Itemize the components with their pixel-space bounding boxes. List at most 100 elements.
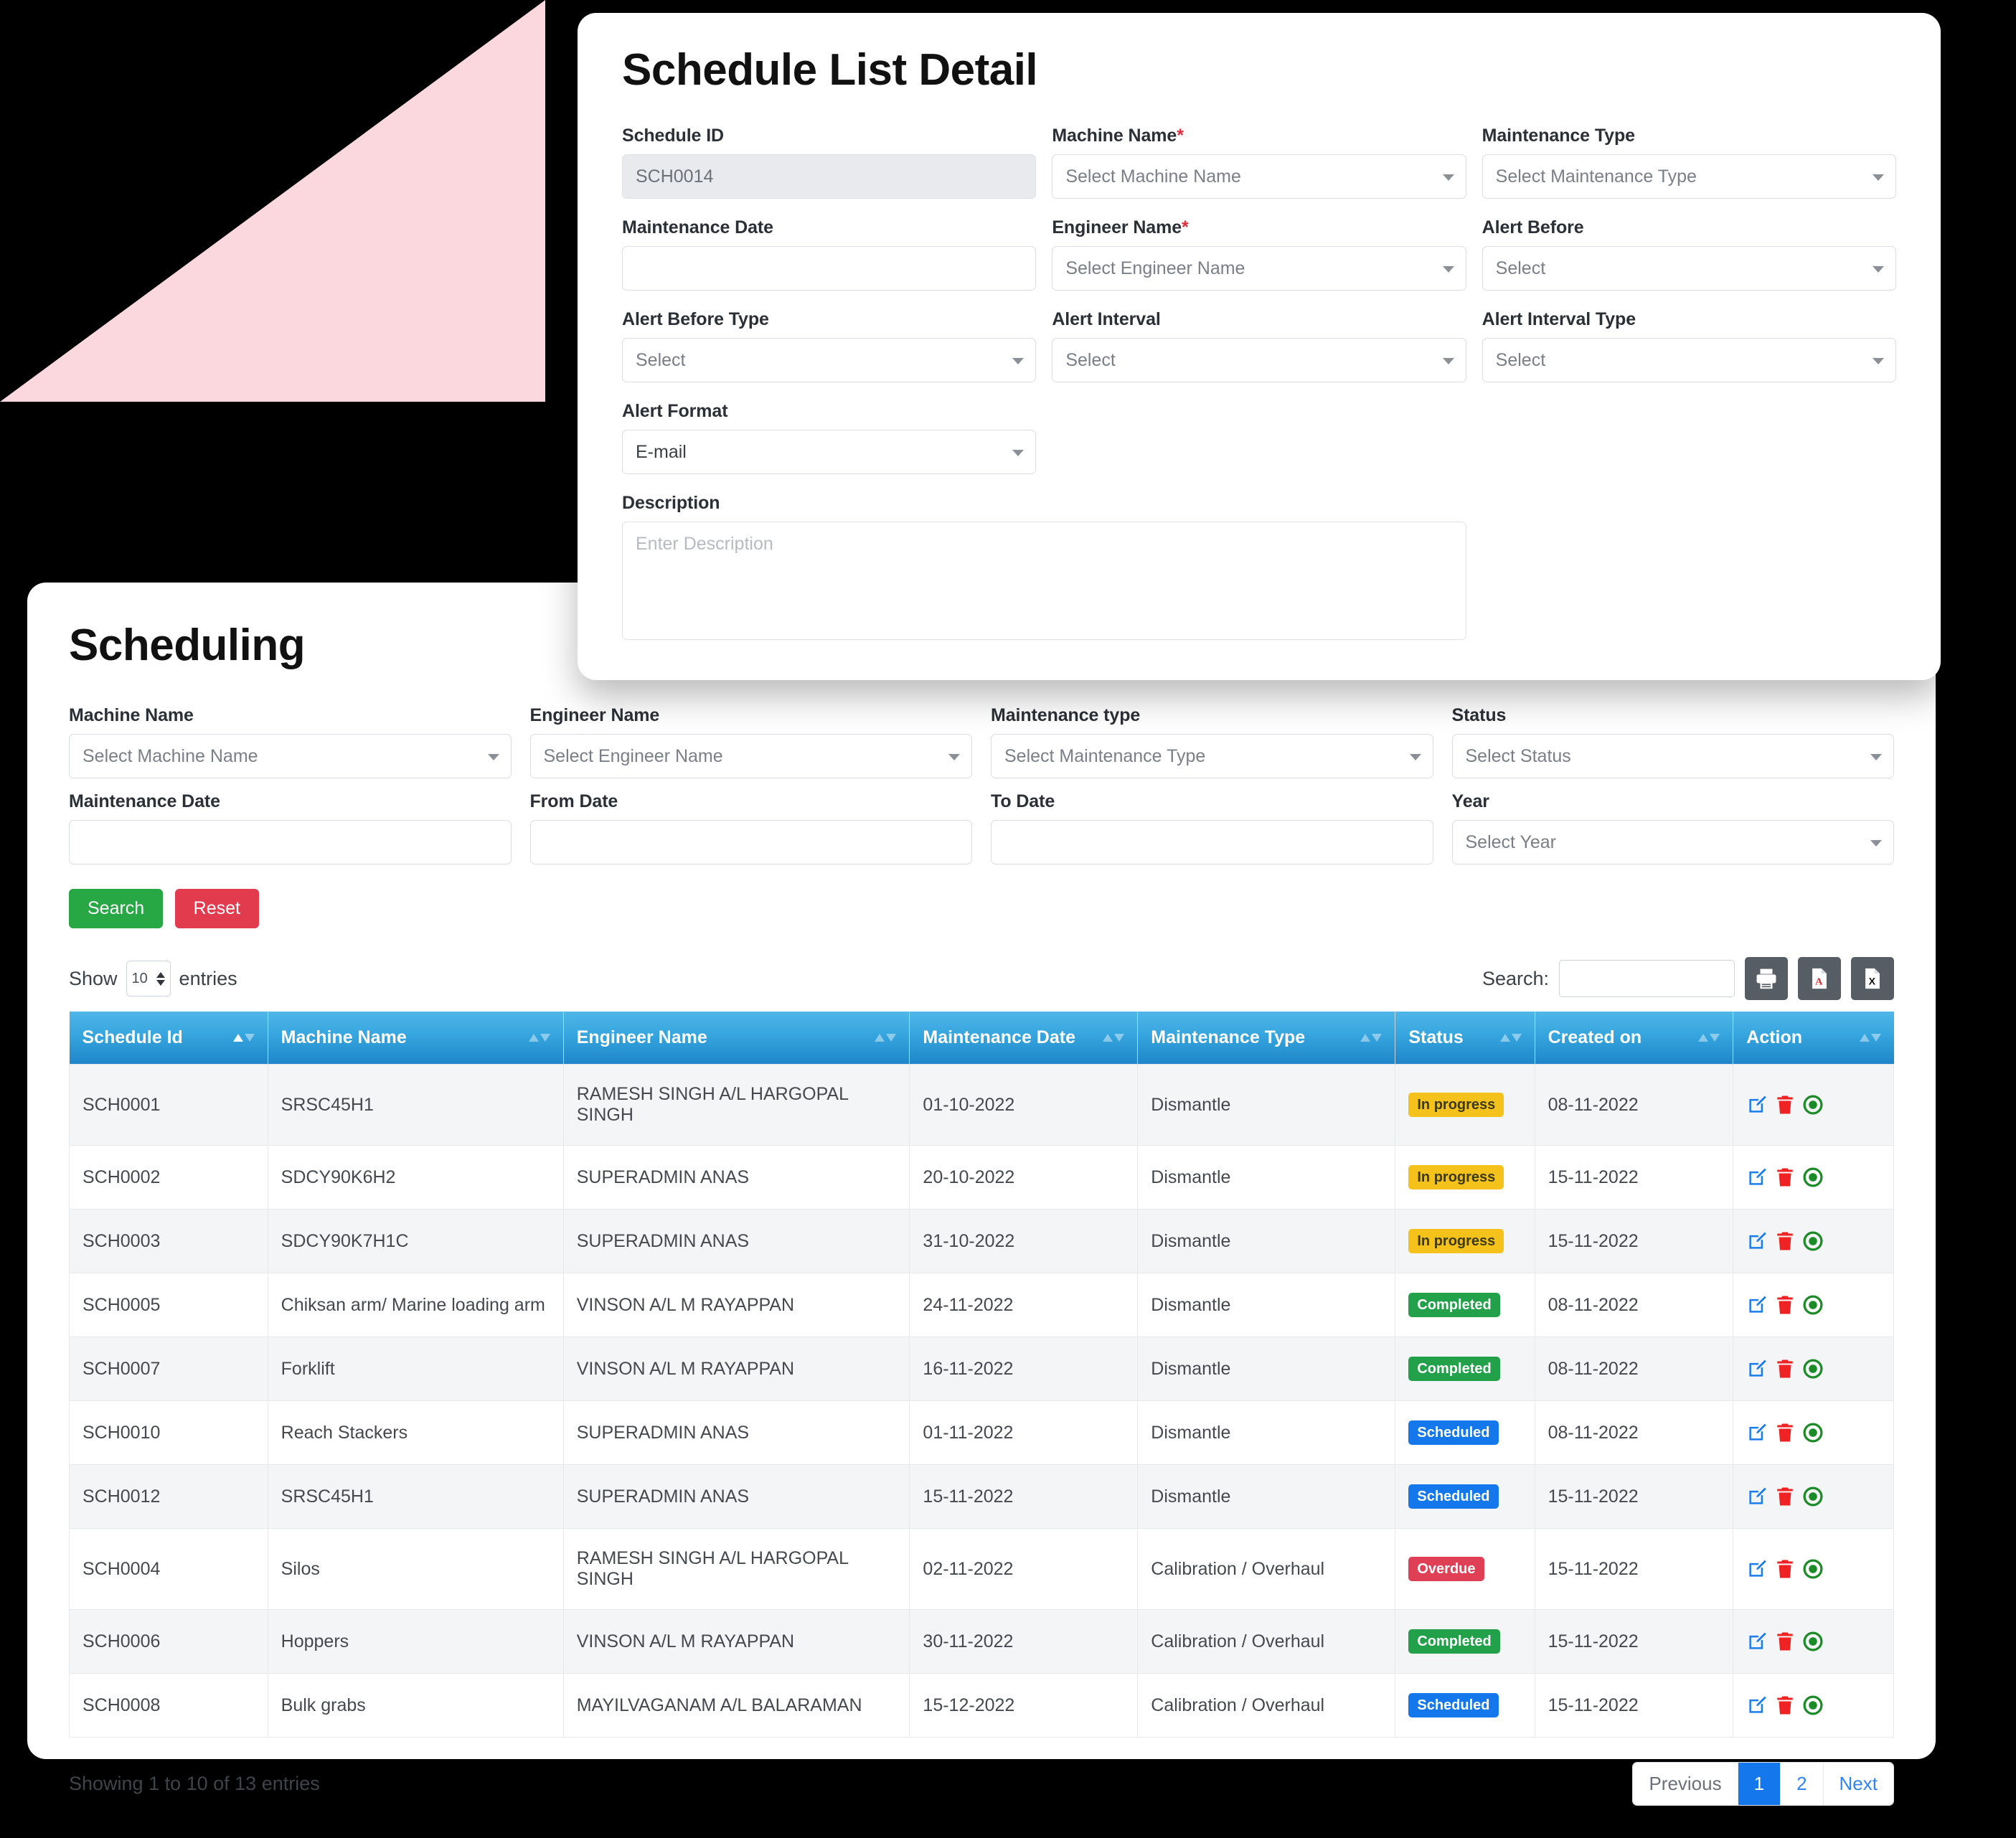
sort-icon — [1859, 1034, 1881, 1042]
reset-button[interactable]: Reset — [174, 889, 259, 928]
filter-engineer-name-select[interactable]: Select Engineer Name — [529, 734, 972, 778]
column-label: Maintenance Type — [1151, 1027, 1306, 1047]
alert-format-select[interactable]: E-mail — [622, 430, 1037, 474]
edit-icon[interactable] — [1746, 1167, 1768, 1188]
cell-maintenance-date: 16-11-2022 — [909, 1337, 1139, 1401]
field-engineer-name: Engineer Name* Select Engineer Name — [1052, 217, 1466, 291]
alert-before-select[interactable]: Select — [1482, 246, 1896, 291]
column-header-maintenance-type[interactable]: Maintenance Type — [1137, 1012, 1396, 1065]
view-icon[interactable] — [1802, 1294, 1824, 1316]
view-icon[interactable] — [1802, 1358, 1824, 1380]
filter-status-select[interactable]: Select Status — [1451, 734, 1894, 778]
alert-interval-type-select[interactable]: Select — [1482, 338, 1896, 382]
filter-maintenance-type: Maintenance type Select Maintenance Type — [991, 705, 1433, 778]
view-icon[interactable] — [1802, 1094, 1824, 1116]
pagination-page-1[interactable]: 1 — [1738, 1763, 1781, 1805]
view-icon[interactable] — [1802, 1167, 1824, 1188]
edit-icon[interactable] — [1746, 1695, 1768, 1716]
view-icon[interactable] — [1802, 1422, 1824, 1443]
view-icon[interactable] — [1802, 1631, 1824, 1652]
delete-icon[interactable] — [1774, 1695, 1796, 1716]
column-header-action[interactable]: Action — [1733, 1012, 1894, 1065]
scheduling-list-card: Scheduling Machine Name Select Machine N… — [27, 583, 1936, 1806]
edit-icon[interactable] — [1746, 1422, 1768, 1443]
pagination-page-2[interactable]: 2 — [1781, 1763, 1824, 1805]
status-badge: Scheduled — [1408, 1693, 1499, 1717]
filter-maintenance-type-select[interactable]: Select Maintenance Type — [991, 734, 1433, 778]
delete-icon[interactable] — [1774, 1358, 1796, 1380]
entries-per-page-select[interactable]: 10 — [126, 961, 171, 996]
pagination-next[interactable]: Next — [1823, 1763, 1893, 1805]
table-search-and-export: Search: A X — [1482, 957, 1894, 1000]
column-header-engineer-name[interactable]: Engineer Name — [563, 1012, 910, 1065]
screenshot-stage: Scheduling Machine Name Select Machine N… — [0, 0, 2016, 1838]
alert-before-type-select[interactable]: Select — [622, 338, 1037, 382]
cell-maintenance-type: Dismantle — [1137, 1464, 1396, 1529]
column-header-schedule-id[interactable]: Schedule Id — [69, 1012, 268, 1065]
filter-from-date-input[interactable] — [529, 820, 972, 864]
edit-icon[interactable] — [1746, 1358, 1768, 1380]
filter-year-select[interactable]: Select Year — [1451, 820, 1894, 864]
machine-name-value: Select Machine Name — [1065, 166, 1241, 187]
column-header-machine-name[interactable]: Machine Name — [268, 1012, 564, 1065]
cell-maintenance-date: 01-10-2022 — [909, 1064, 1139, 1146]
row-action-group — [1746, 1558, 1880, 1580]
delete-icon[interactable] — [1774, 1167, 1796, 1188]
cell-machine-name: SRSC45H1 — [267, 1464, 564, 1529]
edit-icon[interactable] — [1746, 1558, 1768, 1580]
table-search-input[interactable] — [1559, 960, 1735, 997]
print-button[interactable] — [1745, 957, 1788, 1000]
delete-icon[interactable] — [1774, 1294, 1796, 1316]
edit-icon[interactable] — [1746, 1094, 1768, 1116]
field-alert-interval-type: Alert Interval Type Select — [1482, 309, 1896, 382]
chevron-down-icon — [487, 754, 499, 760]
alert-interval-value: Select — [1065, 349, 1116, 370]
sort-icon — [528, 1034, 550, 1042]
maintenance-type-select[interactable]: Select Maintenance Type — [1482, 154, 1896, 199]
column-header-status[interactable]: Status — [1395, 1012, 1535, 1065]
edit-icon[interactable] — [1746, 1486, 1768, 1507]
search-button[interactable]: Search — [69, 889, 164, 928]
view-icon[interactable] — [1802, 1558, 1824, 1580]
filter-year: Year Select Year — [1451, 791, 1894, 864]
description-textarea[interactable]: Enter Description — [622, 522, 1466, 640]
delete-icon[interactable] — [1774, 1631, 1796, 1652]
machine-name-select[interactable]: Select Machine Name — [1052, 154, 1466, 199]
table-search-control: Search: — [1482, 960, 1735, 997]
cell-engineer-name: SUPERADMIN ANAS — [562, 1400, 910, 1465]
cell-schedule-id: SCH0005 — [69, 1273, 268, 1337]
engineer-name-select[interactable]: Select Engineer Name — [1052, 246, 1466, 291]
cell-created-on: 15-11-2022 — [1534, 1528, 1734, 1610]
view-icon[interactable] — [1802, 1230, 1824, 1252]
edit-icon[interactable] — [1746, 1230, 1768, 1252]
view-icon[interactable] — [1802, 1486, 1824, 1507]
delete-icon[interactable] — [1774, 1422, 1796, 1443]
delete-icon[interactable] — [1774, 1486, 1796, 1507]
cell-machine-name: Hoppers — [267, 1609, 564, 1674]
excel-export-button[interactable]: X — [1851, 957, 1894, 1000]
filter-engineer-name: Engineer Name Select Engineer Name — [529, 705, 972, 778]
pdf-export-button[interactable]: A — [1798, 957, 1841, 1000]
filter-machine-name-select[interactable]: Select Machine Name — [69, 734, 512, 778]
column-header-created-on[interactable]: Created on — [1535, 1012, 1734, 1065]
delete-icon[interactable] — [1774, 1094, 1796, 1116]
filter-maintenance-date-input[interactable] — [69, 820, 512, 864]
cell-engineer-name: VINSON A/L M RAYAPPAN — [562, 1273, 910, 1337]
delete-icon[interactable] — [1774, 1230, 1796, 1252]
edit-icon[interactable] — [1746, 1631, 1768, 1652]
cell-action — [1733, 1528, 1894, 1610]
column-header-maintenance-date[interactable]: Maintenance Date — [909, 1012, 1139, 1065]
alert-interval-select[interactable]: Select — [1052, 338, 1466, 382]
maintenance-type-value: Select Maintenance Type — [1495, 166, 1697, 187]
edit-icon[interactable] — [1746, 1294, 1768, 1316]
cell-engineer-name: SUPERADMIN ANAS — [562, 1464, 910, 1529]
view-icon[interactable] — [1802, 1695, 1824, 1716]
cell-action — [1733, 1337, 1894, 1401]
delete-icon[interactable] — [1774, 1558, 1796, 1580]
maintenance-date-input[interactable] — [622, 246, 1037, 291]
filter-to-date-input[interactable] — [991, 820, 1433, 864]
pagination-previous[interactable]: Previous — [1633, 1763, 1738, 1805]
cell-action — [1733, 1464, 1894, 1529]
pink-triangle-decoration — [0, 0, 545, 402]
chevron-down-icon — [1872, 358, 1884, 364]
